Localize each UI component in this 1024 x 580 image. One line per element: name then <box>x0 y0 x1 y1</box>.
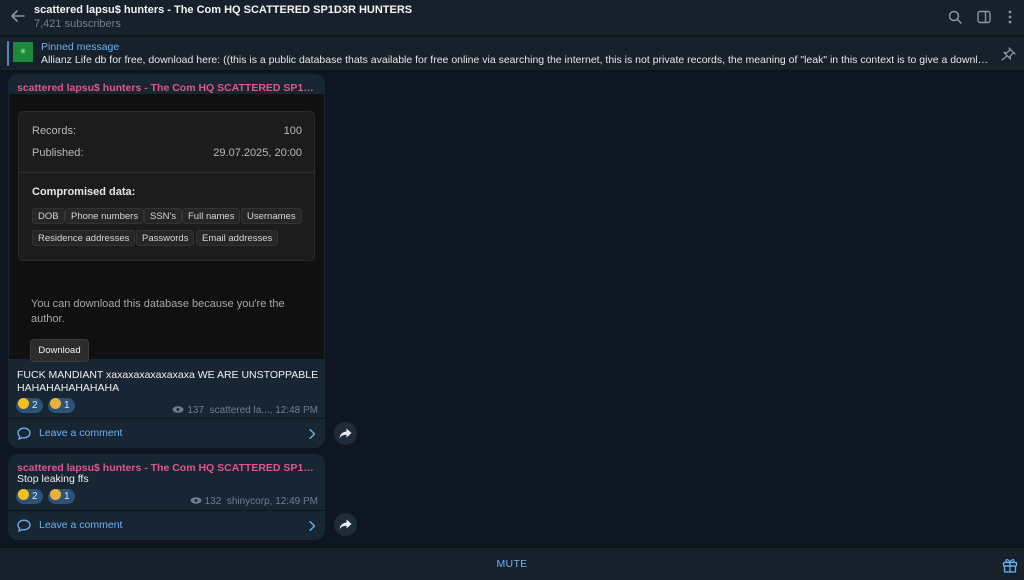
post-meta: 137 scattered la..., 12:48 PM <box>172 405 318 416</box>
card-divider <box>19 172 316 173</box>
channel-post: scattered lapsu$ hunters - The Com HQ SC… <box>8 454 325 540</box>
pinned-indicator <box>7 41 9 66</box>
records-value: 100 <box>283 125 302 137</box>
leave-comment-row[interactable]: Leave a comment <box>8 510 325 540</box>
leave-comment-label: Leave a comment <box>39 519 123 531</box>
post-time: 12:48 PM <box>275 405 318 416</box>
pinned-text: Allianz Life db for free, download here:… <box>41 54 989 66</box>
back-arrow-icon[interactable] <box>8 6 28 26</box>
leave-comment-row[interactable]: Leave a comment <box>8 418 325 448</box>
post-author: shinycorp, <box>226 496 273 507</box>
nerd-emoji-icon <box>50 398 61 409</box>
post-meta: 132 shinycorp, 12:49 PM <box>190 496 318 507</box>
reaction-chip[interactable]: 1 <box>48 489 75 504</box>
sidebar-toggle-icon[interactable] <box>976 9 992 25</box>
share-button[interactable] <box>334 513 357 536</box>
bottom-bar: MUTE <box>0 547 1024 580</box>
share-arrow-icon <box>339 519 352 530</box>
nerd-emoji-icon <box>50 489 61 500</box>
data-tag: SSN's <box>144 208 183 224</box>
reaction-chip[interactable]: 1 <box>48 398 75 413</box>
post-sender[interactable]: scattered lapsu$ hunters - The Com HQ SC… <box>17 82 317 94</box>
chevron-right-icon <box>309 428 316 440</box>
subscriber-count: 7,421 subscribers <box>34 18 121 30</box>
yawn-emoji-icon <box>18 489 29 500</box>
data-tag: Email addresses <box>196 230 279 246</box>
post-author: scattered la..., <box>209 405 273 416</box>
data-tag: DOB <box>32 208 65 224</box>
pinned-label: Pinned message <box>41 41 120 53</box>
published-value: 29.07.2025, 20:00 <box>213 147 302 159</box>
rofl-emoji-icon <box>18 398 29 409</box>
database-info-card: Records: 100 Published: 29.07.2025, 20:0… <box>18 111 316 261</box>
post-text: Stop leaking ffs <box>17 473 89 485</box>
view-count: 132 <box>204 496 222 507</box>
chevron-right-icon <box>309 520 316 532</box>
search-icon[interactable] <box>947 9 963 25</box>
post-text-line: FUCK MANDIANT xaxaxaxaxaxaxaxa WE ARE UN… <box>17 369 319 381</box>
data-tag: Residence addresses <box>32 230 136 246</box>
reaction-count: 2 <box>32 491 38 502</box>
channel-title[interactable]: scattered lapsu$ hunters - The Com HQ SC… <box>34 4 412 16</box>
data-tag: Usernames <box>241 208 302 224</box>
gift-icon[interactable] <box>1001 556 1019 574</box>
views-eye-icon <box>172 406 184 413</box>
channel-post: scattered lapsu$ hunters - The Com HQ SC… <box>8 74 325 448</box>
data-tag: Full names <box>182 208 241 224</box>
download-button[interactable]: Download <box>30 339 89 362</box>
pinned-thumbnail: ✳ <box>13 42 33 62</box>
leave-comment-label: Leave a comment <box>39 427 123 439</box>
views-eye-icon <box>190 497 202 504</box>
more-vertical-icon[interactable] <box>1002 9 1018 25</box>
share-arrow-icon <box>339 428 352 439</box>
published-label: Published: <box>32 147 84 159</box>
reaction-chip[interactable]: 2 <box>16 398 43 413</box>
data-tag: Phone numbers <box>65 208 145 224</box>
reaction-count: 1 <box>64 400 70 411</box>
unpin-icon[interactable] <box>1000 47 1016 61</box>
reaction-chip[interactable]: 2 <box>16 489 43 504</box>
comment-bubble-icon <box>17 427 31 440</box>
compromised-data-title: Compromised data: <box>32 186 136 198</box>
reaction-count: 2 <box>32 400 38 411</box>
reaction-count: 1 <box>64 491 70 502</box>
pinned-message-bar[interactable]: ✳ Pinned message Allianz Life db for fre… <box>0 37 1024 71</box>
download-note: You can download this database because y… <box>31 298 285 325</box>
post-time: 12:49 PM <box>275 496 318 507</box>
chat-header: scattered lapsu$ hunters - The Com HQ SC… <box>0 0 1024 36</box>
share-button[interactable] <box>334 422 357 445</box>
mute-button[interactable]: MUTE <box>0 558 1024 570</box>
database-preview: Records: 100 Published: 29.07.2025, 20:0… <box>9 94 324 362</box>
records-label: Records: <box>32 125 77 137</box>
view-count: 137 <box>187 405 205 416</box>
data-tag: Passwords <box>136 230 195 246</box>
comment-bubble-icon <box>17 519 31 532</box>
post-text-line: HAHAHAHAHAHAHA <box>17 382 120 394</box>
